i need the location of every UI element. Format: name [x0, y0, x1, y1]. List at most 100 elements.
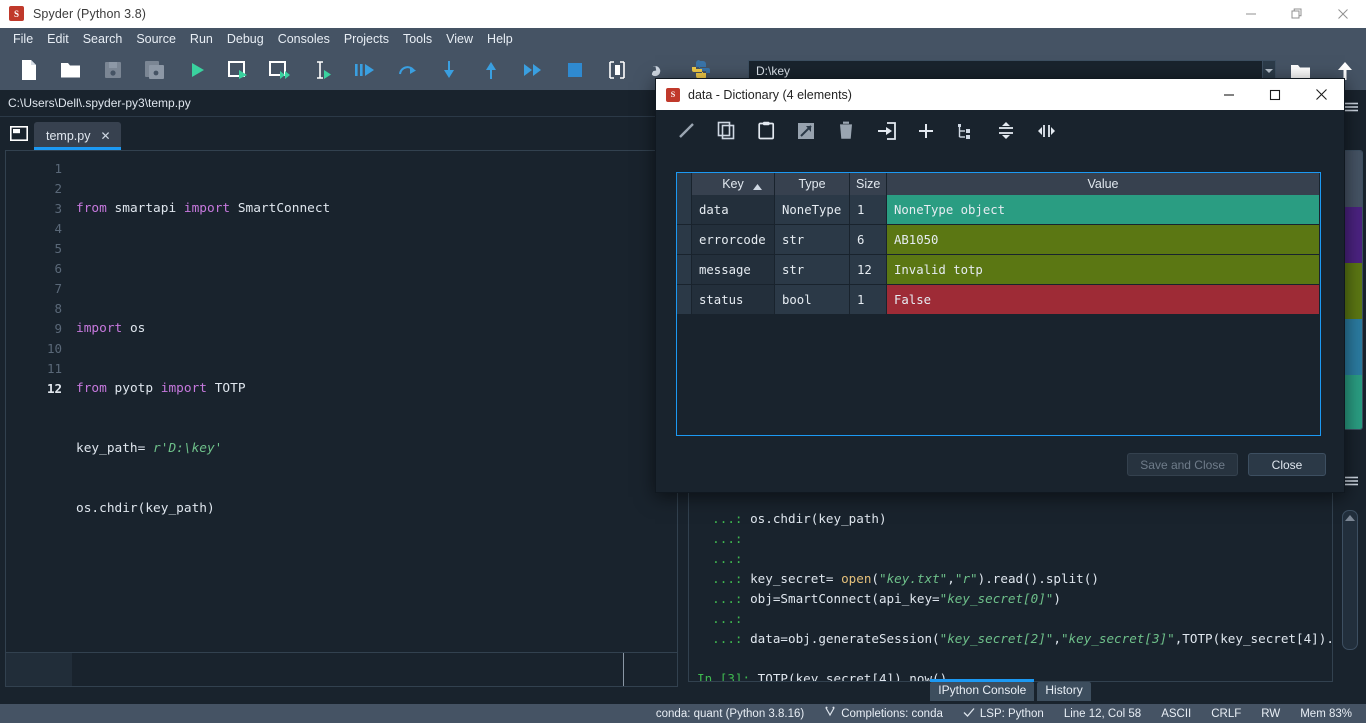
menu-file[interactable]: File: [6, 30, 40, 48]
editor-gutter-footer: [6, 653, 72, 686]
console-command-3: TOTP(key_secret[4]).now(): [750, 671, 948, 682]
table-row[interactable]: data NoneType 1 NoneType object: [677, 195, 1320, 225]
dictionary-table[interactable]: Key Type Size Value data NoneType 1 None…: [676, 172, 1321, 436]
copy-icon[interactable]: [706, 110, 746, 151]
cell-value[interactable]: NoneType object: [887, 195, 1320, 225]
cell-size: 1: [850, 195, 887, 225]
dialog-close-button[interactable]: [1298, 79, 1344, 110]
table-row[interactable]: errorcode str 6 AB1050: [677, 225, 1320, 255]
table-row[interactable]: message str 12 Invalid totp: [677, 255, 1320, 285]
debug-file-icon[interactable]: [344, 50, 386, 90]
run-cell-advance-icon[interactable]: [260, 50, 302, 90]
line-number: 2: [54, 181, 62, 196]
code-line-1: from smartapi import SmartConnect: [76, 201, 331, 216]
close-button[interactable]: Close: [1248, 453, 1326, 476]
debug-continue-icon[interactable]: [512, 50, 554, 90]
cell-value[interactable]: Invalid totp: [887, 255, 1320, 285]
menu-search[interactable]: Search: [76, 30, 130, 48]
row-handle[interactable]: [677, 255, 692, 285]
table-row[interactable]: status bool 1 False: [677, 285, 1320, 315]
edit-value-icon[interactable]: [786, 110, 826, 151]
tab-ipython-console[interactable]: IPython Console: [930, 679, 1035, 701]
line-number-current: 12: [46, 381, 62, 396]
cell-size: 12: [850, 255, 887, 285]
window-close-button[interactable]: [1320, 0, 1366, 28]
menu-view[interactable]: View: [439, 30, 480, 48]
debug-step-return-icon[interactable]: [470, 50, 512, 90]
right-panel-scrollbar[interactable]: [1342, 510, 1358, 650]
window-restore-button[interactable]: [1274, 0, 1320, 28]
code-editor[interactable]: 1 2 3 4 5 6 7 8 9 10 11 12 from smartapi…: [5, 150, 678, 653]
line-number: 3: [54, 201, 62, 216]
line-number: 7: [54, 281, 62, 296]
save-and-close-button[interactable]: Save and Close: [1127, 453, 1238, 476]
code-text: from smartapi import SmartConnect import…: [62, 151, 677, 652]
dialog-maximize-button[interactable]: [1252, 79, 1298, 110]
dialog-action-buttons: Save and Close Close: [1127, 453, 1326, 476]
run-file-icon[interactable]: [176, 50, 218, 90]
editor-tab-temp-py[interactable]: temp.py ✕: [34, 122, 121, 150]
add-plus-icon[interactable]: [906, 110, 946, 151]
menu-tools[interactable]: Tools: [396, 30, 439, 48]
cell-key[interactable]: status: [692, 285, 775, 315]
run-cell-icon[interactable]: [218, 50, 260, 90]
editor-tab-bar: temp.py ✕: [0, 117, 683, 150]
cell-value[interactable]: False: [887, 285, 1320, 315]
menu-run[interactable]: Run: [183, 30, 220, 48]
menu-debug[interactable]: Debug: [220, 30, 271, 48]
row-handle[interactable]: [677, 195, 692, 225]
menu-edit[interactable]: Edit: [40, 30, 76, 48]
menu-consoles[interactable]: Consoles: [271, 30, 337, 48]
paste-icon[interactable]: [746, 110, 786, 151]
open-file-icon[interactable]: [50, 50, 92, 90]
resize-rows-icon[interactable]: [986, 110, 1026, 151]
debug-stop-icon[interactable]: [554, 50, 596, 90]
line-number: 4: [54, 221, 62, 236]
save-all-icon[interactable]: [134, 50, 176, 90]
row-handle[interactable]: [677, 225, 692, 255]
column-header-type[interactable]: Type: [775, 173, 850, 195]
completions-icon: [824, 706, 836, 721]
browse-tabs-icon[interactable]: [4, 118, 34, 148]
cell-type: NoneType: [775, 195, 850, 225]
row-handle[interactable]: [677, 285, 692, 315]
status-completions: Completions: conda: [824, 706, 943, 721]
dialog-minimize-button[interactable]: [1206, 79, 1252, 110]
column-header-value[interactable]: Value: [887, 173, 1320, 195]
maximize-pane-icon[interactable]: [596, 50, 638, 90]
menu-help[interactable]: Help: [480, 30, 520, 48]
histogram-icon[interactable]: [946, 110, 986, 151]
cell-key[interactable]: data: [692, 195, 775, 225]
column-header-size[interactable]: Size: [850, 173, 887, 195]
line-number: 5: [54, 241, 62, 256]
spyder-icon: S: [666, 87, 680, 102]
window-minimize-button[interactable]: [1228, 0, 1274, 28]
edit-pencil-icon[interactable]: [666, 110, 706, 151]
editor-file-path-bar: C:\Users\Dell\.spyder-py3\temp.py: [0, 90, 683, 117]
status-bar: conda: quant (Python 3.8.16) Completions…: [0, 704, 1366, 723]
editor-bottom-strip: [5, 653, 678, 687]
cell-type: bool: [775, 285, 850, 315]
resize-columns-icon[interactable]: [1026, 110, 1066, 151]
menu-projects[interactable]: Projects: [337, 30, 396, 48]
new-file-icon[interactable]: [8, 50, 50, 90]
cell-key[interactable]: message: [692, 255, 775, 285]
tab-history[interactable]: History: [1037, 682, 1091, 701]
close-icon[interactable]: ✕: [100, 129, 110, 143]
save-file-icon[interactable]: [92, 50, 134, 90]
cell-size: 1: [850, 285, 887, 315]
menu-source[interactable]: Source: [129, 30, 183, 48]
cell-value[interactable]: AB1050: [887, 225, 1320, 255]
insert-icon[interactable]: [866, 110, 906, 151]
scroll-up-arrow-icon[interactable]: [1345, 515, 1355, 521]
column-header-key[interactable]: Key: [692, 173, 775, 195]
delete-trash-icon[interactable]: [826, 110, 866, 151]
status-memory: Mem 83%: [1300, 707, 1352, 720]
check-icon: [963, 707, 975, 721]
cell-type: str: [775, 255, 850, 285]
cell-key[interactable]: errorcode: [692, 225, 775, 255]
debug-step-over-icon[interactable]: [386, 50, 428, 90]
debug-step-into-icon[interactable]: [428, 50, 470, 90]
run-selection-icon[interactable]: [302, 50, 344, 90]
